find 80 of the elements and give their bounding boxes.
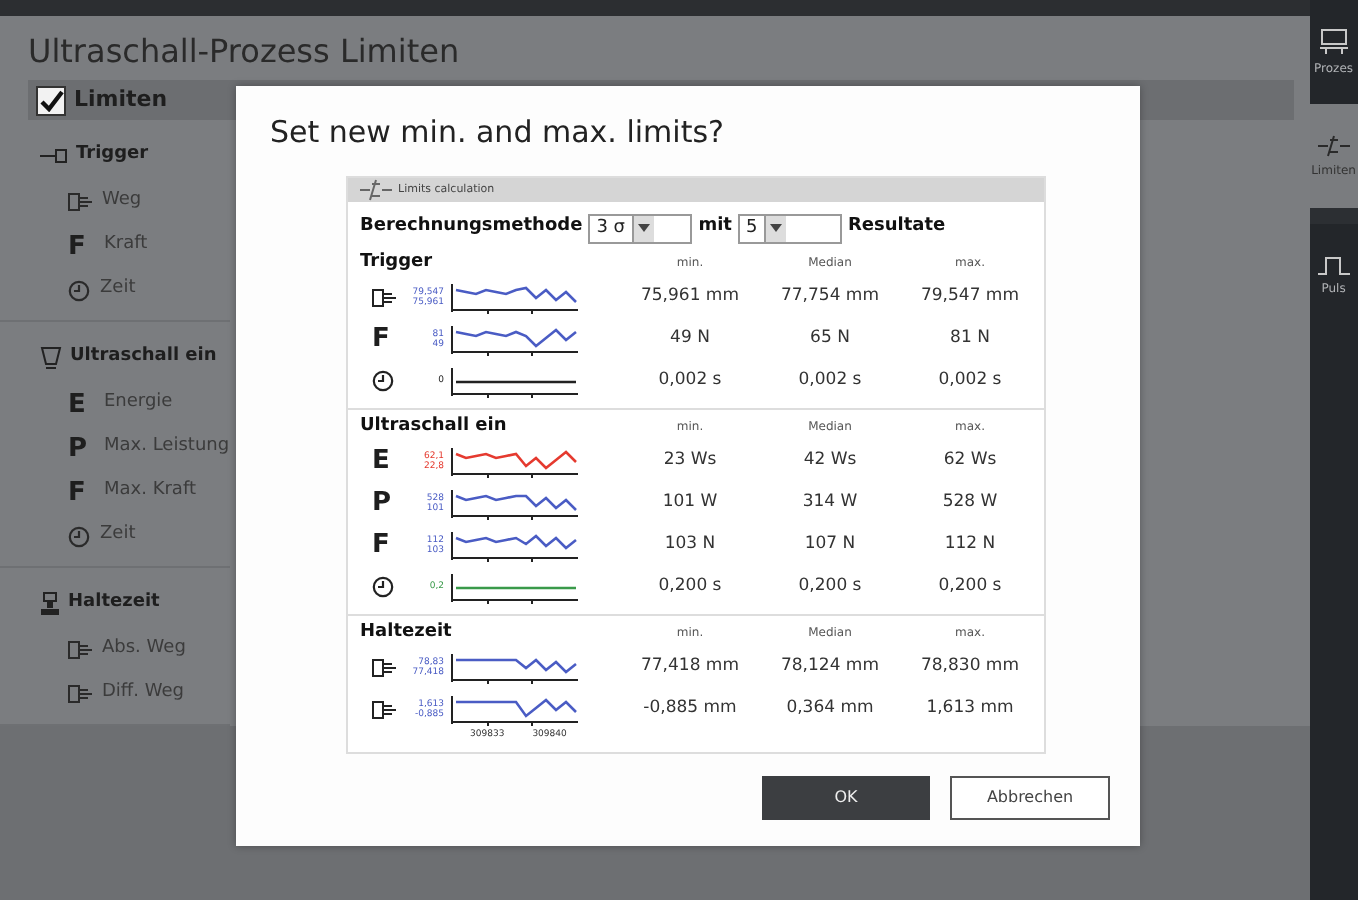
table-cell-text: 77,418 mm — [638, 654, 741, 680]
table-cell-text: 103 N — [662, 532, 718, 558]
table-cell-text: 49 N — [668, 326, 712, 352]
cancel-button[interactable]: Abbrechen — [950, 776, 1110, 820]
cup-icon — [40, 346, 62, 370]
table-cell-text: 0,002 s — [936, 368, 1004, 394]
table-cell-text: 0,364 mm — [784, 696, 876, 722]
slider-gauge-icon — [68, 192, 92, 212]
slider-gauge-icon — [68, 684, 92, 704]
table-cell-text: 81 N — [948, 326, 992, 352]
section-heading: Haltezeit — [360, 619, 454, 646]
limits-icon — [360, 178, 392, 202]
section-heading: Ultraschall ein — [70, 344, 217, 371]
slider-gauge-icon — [372, 699, 396, 719]
glyph-icon: F — [68, 233, 94, 259]
clock-icon — [68, 279, 90, 301]
glyph-icon: E — [68, 391, 94, 417]
glyph-icon: P — [372, 490, 398, 516]
table-cell-text: 42 Ws — [801, 448, 859, 474]
slider-gauge-icon — [372, 287, 396, 307]
table-cell-text: 78,830 mm — [918, 654, 1021, 680]
table-cell-text: 0,002 s — [796, 368, 864, 394]
field-label: Resultate — [847, 214, 946, 241]
table-cell-text: 314 W — [800, 490, 860, 516]
ok-button[interactable]: OK — [762, 776, 930, 820]
section-heading: Trigger — [360, 249, 435, 276]
section-heading: Haltezeit — [68, 590, 160, 617]
sidebar-item[interactable]: Zeit — [100, 522, 136, 550]
limits-icon — [1317, 133, 1350, 157]
clock-icon — [372, 576, 394, 598]
caret-icon — [769, 224, 782, 232]
checkbox[interactable] — [36, 85, 66, 115]
table-cell-text: 528 W — [940, 490, 1000, 516]
section-heading: Trigger — [76, 142, 149, 169]
section-heading: Ultraschall ein — [360, 413, 509, 440]
table-cell-text: 112 N — [942, 532, 998, 558]
table-cell-text: 0,200 s — [656, 574, 724, 600]
pulse-icon — [1317, 255, 1350, 275]
glyph-icon: F — [372, 326, 398, 352]
glyph-icon: F — [68, 479, 94, 505]
table-cell-text: 107 N — [802, 532, 858, 558]
table-cell-text: -0,885 mm — [641, 696, 739, 722]
dialog-title: Set new min. and max. limits? — [268, 112, 726, 154]
sidebar-item[interactable]: Diff. Weg — [102, 680, 184, 708]
table-cell-text: 75,961 mm — [638, 284, 741, 310]
table-cell-text: 0,002 s — [656, 368, 724, 394]
table-cell-text: 79,547 mm — [918, 284, 1021, 310]
plug-icon — [40, 148, 68, 164]
glyph-icon: P — [68, 435, 94, 461]
field-label: Berechnungsmethode — [360, 214, 583, 241]
table-cell-text: 62 Ws — [941, 448, 999, 474]
glyph-icon: F — [372, 532, 398, 558]
sidebar-item[interactable]: Energie — [104, 390, 173, 418]
clamp-icon — [40, 592, 60, 616]
glyph-icon: E — [372, 448, 398, 474]
table-cell-text: 77,754 mm — [778, 284, 881, 310]
table-cell-text: 1,613 mm — [924, 696, 1016, 722]
slider-gauge-icon — [68, 640, 92, 660]
table-cell-text: 65 N — [808, 326, 852, 352]
count-dropdown[interactable]: 5 — [737, 213, 842, 243]
page-title: Ultraschall-Prozess Limiten — [26, 30, 462, 74]
monitor-icon — [1317, 27, 1350, 55]
sidebar-item[interactable]: Max. Leistung — [104, 434, 230, 462]
field-label: mit — [698, 214, 732, 241]
table-cell-text: 78,124 mm — [778, 654, 881, 680]
sidebar-item[interactable]: Max. Kraft — [104, 478, 196, 506]
section-label: Limiten — [74, 83, 168, 116]
sidebar-item[interactable]: Kraft — [104, 232, 148, 260]
table-cell-text: 23 Ws — [661, 448, 719, 474]
table-cell-text: 0,200 s — [936, 574, 1004, 600]
slider-gauge-icon — [372, 657, 396, 677]
caret-icon — [637, 224, 649, 232]
table-cell-text: 0,200 s — [796, 574, 864, 600]
table-cell-text: 101 W — [660, 490, 720, 516]
sidebar-item[interactable]: Weg — [102, 188, 142, 216]
sidebar-item[interactable]: Abs. Weg — [102, 636, 186, 664]
method-dropdown[interactable]: 3 σ — [588, 213, 693, 243]
clock-icon — [372, 370, 394, 392]
clock-icon — [68, 525, 90, 547]
sidebar-item[interactable]: Zeit — [100, 276, 136, 304]
